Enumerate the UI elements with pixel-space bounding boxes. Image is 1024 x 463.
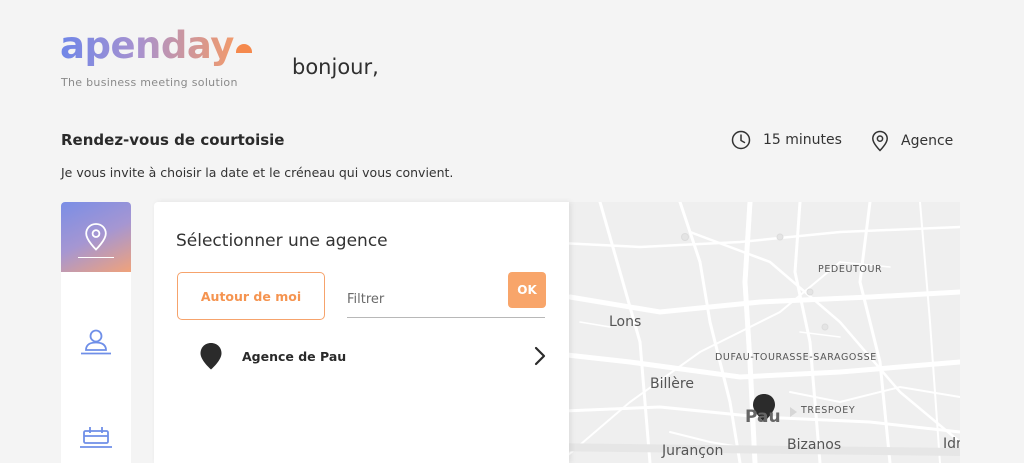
logo-wordmark: apenday bbox=[60, 24, 234, 67]
map-label-billere: Billère bbox=[650, 376, 694, 392]
meeting-subtitle: Je vous invite à choisir la date et le c… bbox=[61, 165, 454, 180]
meeting-title: Rendez-vous de courtoisie bbox=[61, 131, 285, 149]
ok-button[interactable]: OK bbox=[508, 272, 546, 308]
meeting-location: Agence bbox=[871, 130, 953, 152]
location-text: Agence bbox=[901, 133, 954, 149]
step-rail bbox=[61, 202, 131, 463]
active-step-underline bbox=[78, 256, 114, 258]
tagline: The business meeting solution bbox=[61, 76, 238, 89]
agency-list-item[interactable]: Agence de Pau bbox=[198, 340, 548, 372]
step-user[interactable] bbox=[61, 307, 131, 377]
step-calendar[interactable] bbox=[61, 402, 131, 463]
map-label-pau: Pau bbox=[745, 407, 781, 427]
map-label-trespoey: TRESPOEY bbox=[801, 405, 856, 416]
chevron-right-icon[interactable] bbox=[532, 346, 548, 366]
duration-text: 15 minutes bbox=[763, 132, 842, 148]
agency-name: Agence de Pau bbox=[242, 348, 347, 364]
agency-panel: Sélectionner une agence Autour de moi OK… bbox=[154, 202, 569, 463]
logo-dot-icon bbox=[236, 44, 252, 53]
location-pin-icon bbox=[872, 130, 888, 152]
map-label-jurancon: Jurançon bbox=[662, 443, 724, 459]
calendar-icon bbox=[80, 427, 112, 448]
panel-title: Sélectionner une agence bbox=[176, 231, 388, 251]
map-label-bizanos: Bizanos bbox=[787, 437, 842, 453]
greeting: bonjour, bbox=[292, 55, 379, 79]
clock-icon bbox=[731, 130, 751, 150]
map-label-dufau: DUFAU-TOURASSE-SARAGOSSE bbox=[715, 352, 877, 363]
apenday-logo: apenday bbox=[60, 26, 260, 66]
map[interactable]: PEDEUTOUR Lons DUFAU-TOURASSE-SARAGOSSE … bbox=[540, 202, 960, 463]
map-label-lons: Lons bbox=[609, 314, 642, 330]
around-me-button[interactable]: Autour de moi bbox=[177, 272, 325, 320]
user-icon bbox=[81, 329, 111, 355]
location-pin-icon bbox=[85, 223, 107, 251]
map-marker-icon bbox=[200, 343, 222, 370]
step-agency[interactable] bbox=[61, 202, 131, 272]
map-label-idron: Idr bbox=[943, 436, 960, 452]
meeting-duration: 15 minutes bbox=[731, 130, 842, 150]
map-label-pedeutour: PEDEUTOUR bbox=[818, 264, 883, 275]
